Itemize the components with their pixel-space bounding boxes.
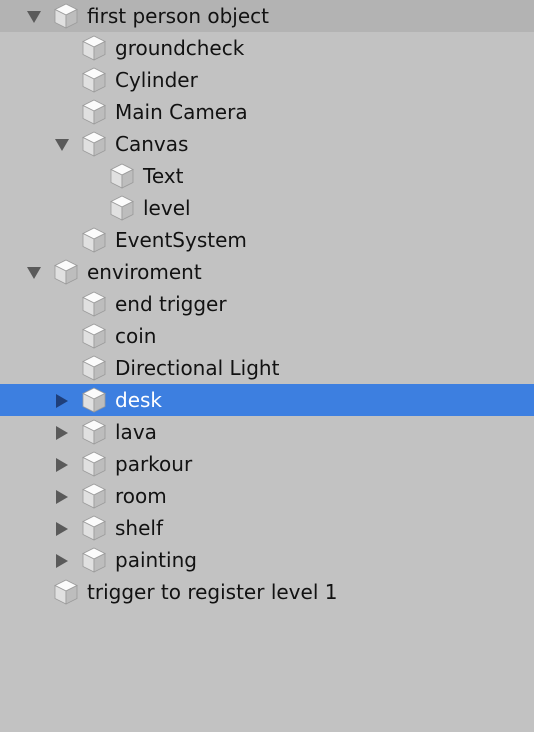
hierarchy-panel: first person object groundcheck Cylinder… — [0, 0, 534, 732]
gameobject-cube-icon — [52, 258, 80, 286]
tree-row[interactable]: lava — [0, 416, 534, 448]
gameobject-cube-icon — [80, 34, 108, 62]
triangle-right-icon[interactable] — [54, 394, 70, 408]
tree-row[interactable]: shelf — [0, 512, 534, 544]
tree-row[interactable]: enviroment — [0, 256, 534, 288]
tree-row[interactable]: level — [0, 192, 534, 224]
triangle-right-icon[interactable] — [54, 426, 70, 440]
tree-row[interactable]: groundcheck — [0, 32, 534, 64]
gameobject-cube-icon — [52, 2, 80, 30]
triangle-down-icon[interactable] — [26, 10, 42, 24]
gameobject-cube-icon — [80, 418, 108, 446]
object-label: enviroment — [87, 260, 202, 284]
gameobject-cube-icon — [80, 514, 108, 542]
tree-row[interactable]: EventSystem — [0, 224, 534, 256]
gameobject-cube-icon — [52, 578, 80, 606]
object-label: Main Camera — [115, 100, 248, 124]
gameobject-cube-icon — [80, 322, 108, 350]
triangle-down-icon[interactable] — [26, 266, 42, 280]
gameobject-cube-icon — [80, 130, 108, 158]
gameobject-cube-icon — [80, 98, 108, 126]
tree-row[interactable]: end trigger — [0, 288, 534, 320]
tree-row[interactable]: Canvas — [0, 128, 534, 160]
gameobject-cube-icon — [80, 354, 108, 382]
triangle-right-icon[interactable] — [54, 458, 70, 472]
tree-row[interactable]: desk — [0, 384, 534, 416]
object-label: groundcheck — [115, 36, 245, 60]
object-label: level — [143, 196, 191, 220]
tree-row[interactable]: coin — [0, 320, 534, 352]
tree-row[interactable]: trigger to register level 1 — [0, 576, 534, 608]
object-label: Text — [143, 164, 184, 188]
tree-row[interactable]: painting — [0, 544, 534, 576]
tree-row[interactable]: Cylinder — [0, 64, 534, 96]
gameobject-cube-icon — [80, 546, 108, 574]
triangle-right-icon[interactable] — [54, 490, 70, 504]
triangle-right-icon[interactable] — [54, 522, 70, 536]
object-label: parkour — [115, 452, 193, 476]
object-label: room — [115, 484, 167, 508]
triangle-down-icon[interactable] — [54, 138, 70, 152]
triangle-right-icon[interactable] — [54, 554, 70, 568]
tree-row[interactable]: parkour — [0, 448, 534, 480]
gameobject-cube-icon — [80, 290, 108, 318]
object-label: desk — [115, 388, 163, 412]
object-label: trigger to register level 1 — [87, 580, 338, 604]
tree-row[interactable]: first person object — [0, 0, 534, 32]
gameobject-cube-icon — [108, 162, 136, 190]
gameobject-cube-icon — [80, 482, 108, 510]
tree-row[interactable]: Text — [0, 160, 534, 192]
tree-row[interactable]: room — [0, 480, 534, 512]
gameobject-cube-icon — [80, 66, 108, 94]
gameobject-cube-icon — [80, 226, 108, 254]
tree-row[interactable]: Main Camera — [0, 96, 534, 128]
object-label: Directional Light — [115, 356, 280, 380]
object-label: end trigger — [115, 292, 227, 316]
tree-row[interactable]: Directional Light — [0, 352, 534, 384]
object-label: Canvas — [115, 132, 189, 156]
object-label: first person object — [87, 4, 269, 28]
gameobject-cube-icon — [80, 386, 108, 414]
gameobject-cube-icon — [80, 450, 108, 478]
object-label: EventSystem — [115, 228, 247, 252]
object-label: painting — [115, 548, 197, 572]
gameobject-cube-icon — [108, 194, 136, 222]
object-label: Cylinder — [115, 68, 198, 92]
object-label: coin — [115, 324, 157, 348]
object-label: lava — [115, 420, 157, 444]
object-label: shelf — [115, 516, 163, 540]
